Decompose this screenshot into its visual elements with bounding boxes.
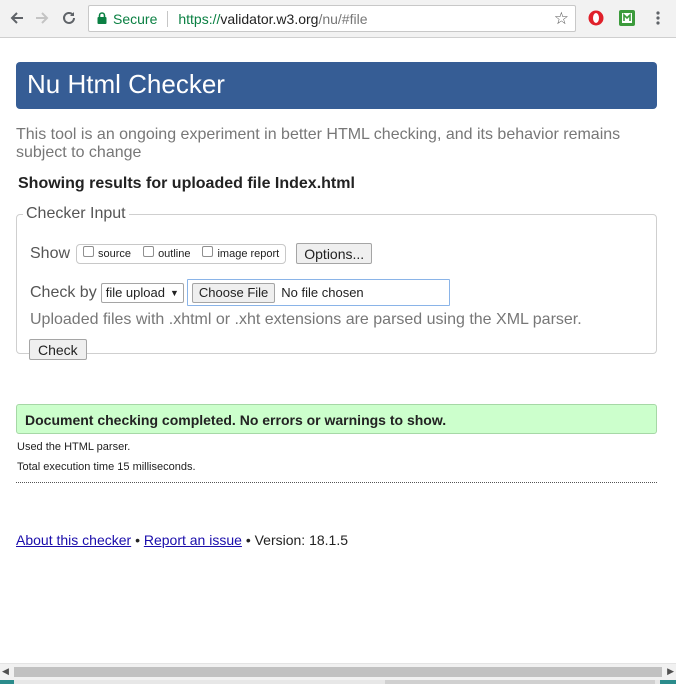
page-title: Nu Html Checker [27, 69, 225, 99]
outline-label: outline [158, 247, 191, 260]
reload-icon[interactable] [59, 8, 79, 28]
no-file-text: No file chosen [281, 285, 364, 300]
options-button[interactable]: Options... [296, 243, 373, 264]
url-path: /nu/#file [318, 10, 368, 27]
report-issue-link[interactable]: Report an issue [144, 532, 242, 548]
checker-input-fieldset: Checker Input Show source outline image … [16, 205, 657, 360]
footer-separator: • [245, 532, 251, 548]
option-outline[interactable]: outline [141, 246, 190, 261]
lock-icon [97, 11, 107, 27]
check-button[interactable]: Check [29, 339, 87, 360]
forward-arrow-icon[interactable] [32, 8, 52, 28]
star-icon[interactable]: ☆ [554, 9, 569, 29]
url-scheme: https:// [178, 10, 221, 27]
back-arrow-icon[interactable] [7, 8, 27, 28]
about-checker-link[interactable]: About this checker [16, 532, 131, 548]
show-label: Show [30, 244, 71, 262]
footer: About this checker • Report an issue • V… [16, 532, 348, 548]
secure-label: Secure [113, 10, 158, 27]
option-image-report[interactable]: image report [200, 246, 279, 261]
results-heading: Showing results for uploaded file Index.… [18, 175, 355, 192]
address-separator [167, 10, 169, 27]
execution-time: Total execution time 15 milliseconds. [17, 461, 196, 473]
parser-info: Used the HTML parser. [17, 441, 131, 453]
choose-file-button[interactable]: Choose File [191, 282, 276, 303]
outline-checkbox[interactable] [143, 246, 155, 257]
menu-dots-icon[interactable] [655, 10, 661, 31]
source-label: source [98, 247, 132, 260]
check-by-label: Check by [30, 283, 97, 301]
green-extension-icon[interactable] [618, 9, 636, 32]
scrollbar-thumb[interactable] [14, 667, 662, 677]
taskbar-segment [660, 680, 676, 684]
footer-separator: • [135, 532, 140, 548]
success-message: Document checking completed. No errors o… [16, 404, 657, 434]
xml-parser-note: Uploaded files with .xhtml or .xht exten… [30, 311, 582, 328]
image-report-label: image report [217, 247, 280, 260]
taskbar-segment [0, 680, 14, 684]
horizontal-scrollbar[interactable]: ◀ ▶ [0, 663, 676, 680]
dropdown-arrow-icon: ▼ [169, 287, 179, 298]
checker-input-legend: Checker Input [26, 205, 126, 222]
version-text: Version: 18.1.5 [254, 532, 349, 548]
check-by-select[interactable]: file upload ▼ [100, 282, 184, 303]
opera-extension-icon[interactable] [587, 9, 605, 32]
check-by-row: Check by file upload ▼ Choose File No fi… [30, 279, 450, 306]
check-by-value: file upload [105, 285, 165, 300]
page-title-banner: Nu Html Checker [16, 62, 657, 109]
taskbar-strip [0, 680, 676, 684]
intro-text: This tool is an ongoing experiment in be… [16, 126, 621, 161]
secure-indicator[interactable]: Secure [97, 11, 157, 27]
source-checkbox[interactable] [83, 246, 95, 257]
scroll-left-icon[interactable]: ◀ [2, 666, 9, 677]
taskbar-segment [385, 680, 655, 684]
show-row: Show source outline image report Options… [30, 243, 373, 264]
file-input[interactable]: Choose File No file chosen [186, 279, 450, 306]
address-bar[interactable]: Secure https://validator.w3.org/nu/#file… [88, 5, 576, 32]
browser-toolbar: Secure https://validator.w3.org/nu/#file… [0, 0, 676, 38]
url-host: validator.w3.org [220, 10, 319, 27]
option-source[interactable]: source [81, 246, 131, 261]
show-options-group: source outline image report [76, 243, 287, 264]
url-text: https://validator.w3.org/nu/#file [178, 11, 367, 27]
image-report-checkbox[interactable] [202, 246, 214, 257]
divider [16, 482, 657, 483]
scroll-right-icon[interactable]: ▶ [667, 666, 674, 677]
